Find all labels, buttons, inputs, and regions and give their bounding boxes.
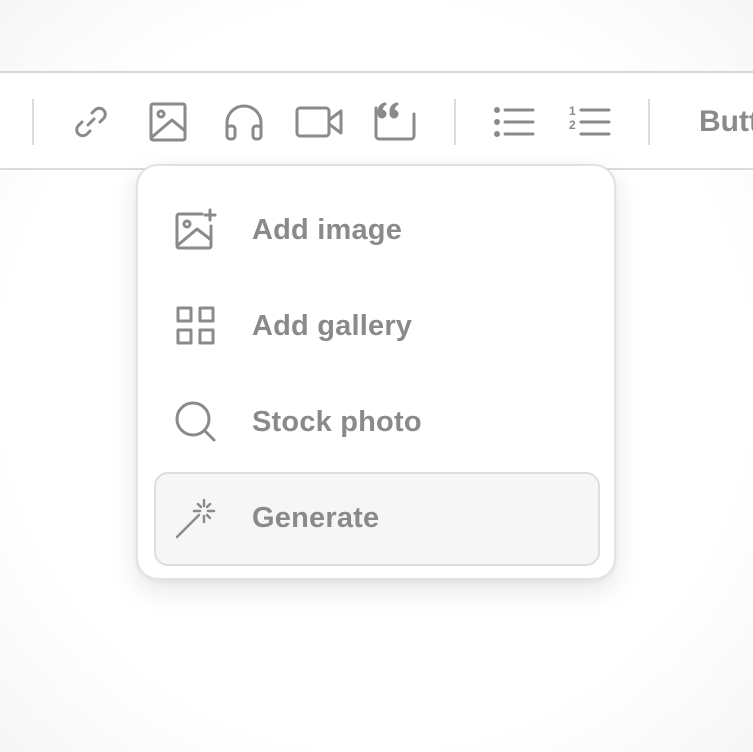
menu-item-stock-photo[interactable]: Stock photo [154, 376, 600, 470]
numbered-list-button[interactable]: 1 2 [565, 99, 615, 145]
menu-item-add-image[interactable]: Add image [154, 184, 600, 278]
gallery-grid-icon [176, 306, 215, 345]
image-button[interactable] [143, 99, 193, 145]
menu-item-label: Add image [252, 214, 403, 246]
link-icon [75, 106, 107, 138]
toolbar-divider [32, 99, 34, 145]
bulleted-list-button[interactable] [489, 99, 539, 145]
svg-text:1: 1 [569, 104, 576, 118]
menu-item-label: Add gallery [252, 310, 413, 342]
magic-wand-icon [175, 498, 216, 539]
audio-button[interactable] [219, 99, 269, 145]
headphones-icon [225, 104, 263, 141]
editor-canvas: 1 2 Butt Add image Add gallery Stock pho… [0, 0, 753, 752]
menu-item-add-gallery[interactable]: Add gallery [154, 280, 600, 374]
toolbar-divider [454, 99, 456, 145]
quote-icon [374, 102, 416, 141]
menu-item-generate[interactable]: Generate [154, 472, 600, 566]
add-image-icon [175, 208, 217, 250]
menu-item-label: Stock photo [252, 406, 422, 438]
numbered-list-icon: 1 2 [569, 104, 611, 136]
toolbar-divider [648, 99, 650, 145]
image-icon [149, 102, 187, 142]
link-button[interactable] [66, 99, 116, 145]
toolbar-truncated-button[interactable]: Butt [699, 105, 753, 139]
video-icon [295, 106, 343, 138]
image-insert-menu: Add image Add gallery Stock photo Genera… [136, 164, 616, 580]
formatting-toolbar: 1 2 Butt [0, 71, 753, 170]
svg-text:2: 2 [569, 118, 576, 132]
search-icon [175, 401, 216, 442]
bulleted-list-icon [494, 107, 535, 137]
quote-button[interactable] [370, 99, 420, 145]
video-button[interactable] [295, 99, 345, 145]
menu-item-label: Generate [252, 502, 380, 534]
